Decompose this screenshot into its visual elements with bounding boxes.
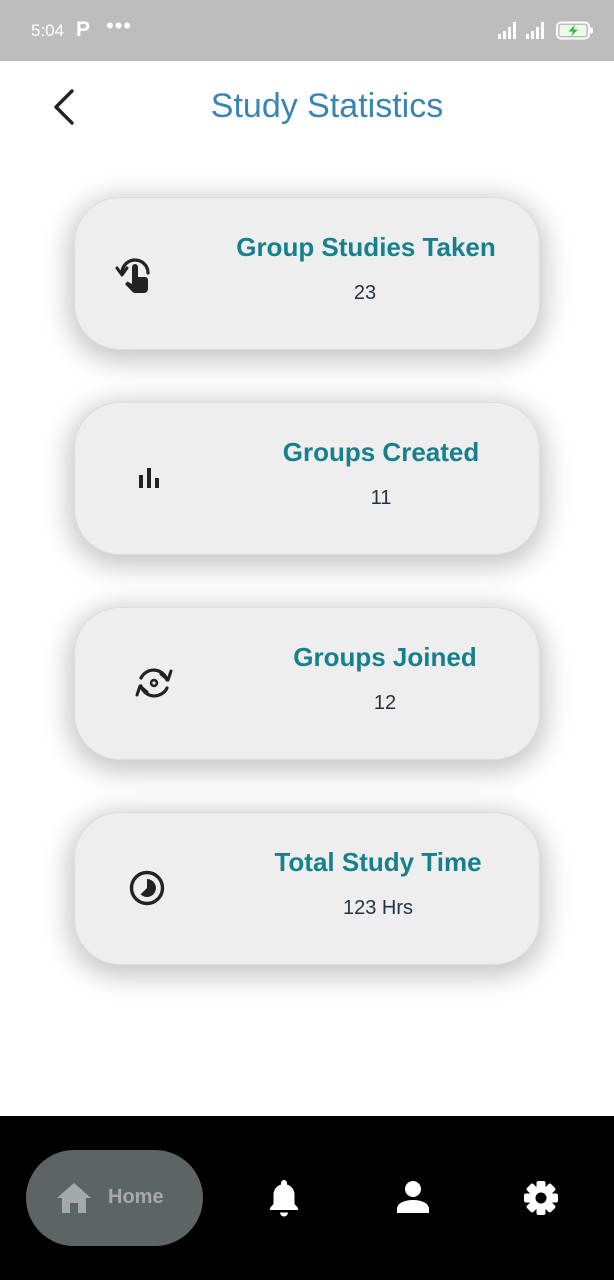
status-time: 5:04 [31, 21, 65, 40]
stat-title: Groups Joined [293, 642, 477, 672]
person-icon [397, 1181, 429, 1213]
nav-notifications-button[interactable] [262, 1175, 306, 1221]
stat-card-total-study-time: Total Study Time 123 Hrs [74, 812, 540, 965]
settings-icon [524, 1181, 558, 1215]
stat-value: 11 [370, 487, 392, 509]
stat-card-group-studies-taken: Group Studies Taken 23 [74, 197, 540, 350]
bell-icon [270, 1180, 298, 1217]
sync-eye-icon [135, 668, 173, 698]
bar-chart-icon [139, 468, 159, 488]
nav-home-label: Home [108, 1186, 164, 1208]
nav-settings-button[interactable] [519, 1175, 563, 1221]
timelapse-icon [129, 870, 165, 906]
page-title: Study Statistics [210, 87, 444, 125]
touch-rotate-icon [115, 258, 150, 293]
bottom-navigation: Home [0, 1116, 614, 1280]
battery-charging-icon [556, 21, 593, 40]
home-icon [57, 1183, 91, 1213]
more-notifications-icon: ••• [106, 13, 133, 38]
stat-value: 12 [373, 692, 397, 714]
stat-title: Total Study Time [274, 847, 482, 877]
signal-icon [526, 22, 544, 39]
stat-card-groups-joined: Groups Joined 12 [74, 607, 540, 760]
stat-title: Group Studies Taken [236, 232, 496, 262]
app-header: Study Statistics [0, 61, 614, 151]
stat-value: 23 [353, 282, 377, 304]
status-bar: 5:04 P ••• [0, 0, 614, 61]
signal-icon [498, 22, 516, 39]
app-indicator-icon: P [76, 18, 91, 41]
nav-home-button[interactable]: Home [26, 1150, 203, 1246]
stat-value: 123 Hrs [342, 897, 414, 919]
nav-profile-button[interactable] [391, 1175, 435, 1221]
stat-card-groups-created: Groups Created 11 [74, 402, 540, 555]
stat-title: Groups Created [282, 437, 480, 467]
